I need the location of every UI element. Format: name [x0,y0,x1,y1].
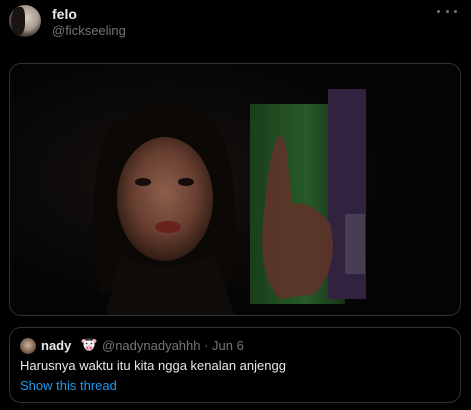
more-dot [437,9,440,13]
tweet-media[interactable] [9,63,461,316]
quoted-author-name: nady [41,338,72,353]
quoted-tweet[interactable]: nady @nadynadyahhh · Jun 6 Harusnya wakt… [9,327,461,403]
author-avatar[interactable] [9,5,41,37]
more-dot [445,9,449,13]
more-horizontal-icon[interactable] [437,4,457,18]
avatar-hair [11,7,25,35]
cow-face-icon [81,338,97,351]
video-still-image [10,64,460,315]
quoted-author-avatar [20,338,36,354]
author-name[interactable]: felo [52,6,77,22]
tweet: felo @fickseeling nady @nadynadyahhh · J… [0,0,471,410]
quoted-tweet-text: Harusnya waktu itu kita ngga kenalan anj… [20,358,286,373]
show-thread-link[interactable]: Show this thread [20,378,117,393]
more-dot [454,9,457,13]
author-handle[interactable]: @fickseeling [52,23,126,38]
quoted-handle-date: @nadynadyahhh · Jun 6 [102,338,244,353]
